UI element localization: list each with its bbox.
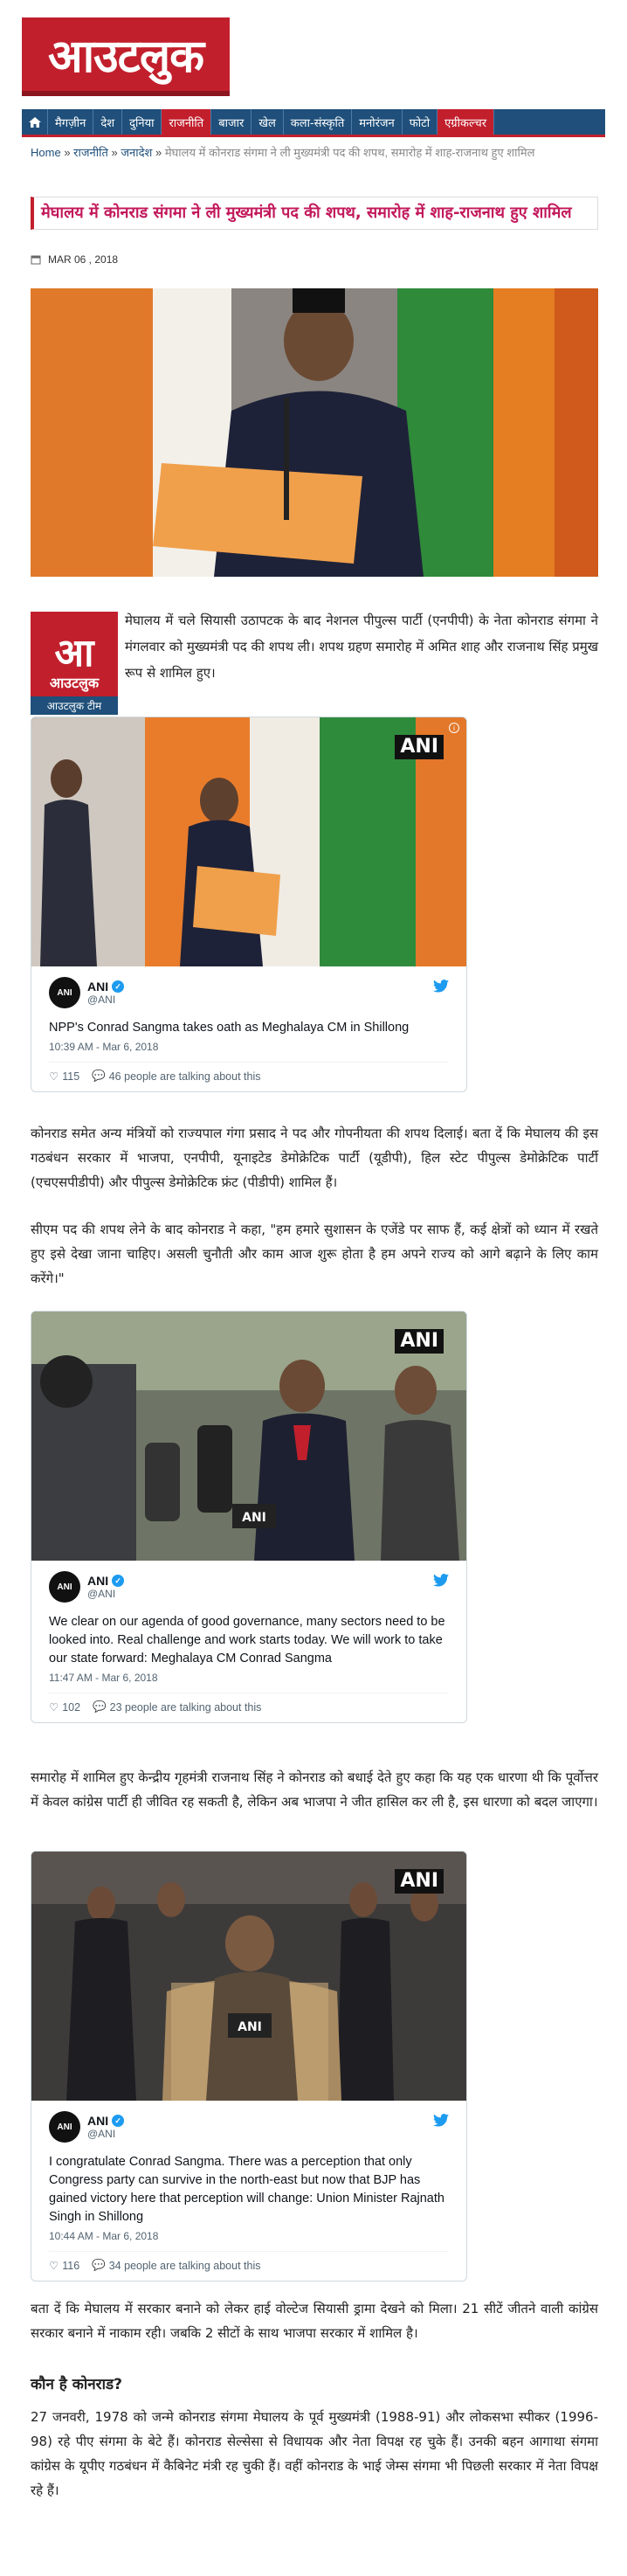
breadcrumb-section[interactable]: राजनीति xyxy=(73,146,108,159)
heart-icon: ♡ xyxy=(49,1701,59,1714)
calendar-icon xyxy=(31,255,41,265)
breadcrumb: Home » राजनीति » जनादेश » मेघालय में कोन… xyxy=(31,145,589,161)
talking-count: 23 people are talking about this xyxy=(109,1700,262,1714)
tweet-text: We clear on our agenda of good governanc… xyxy=(49,1615,445,1665)
tweet-author-handle[interactable]: @ANI xyxy=(87,1588,124,1600)
tweet-text: NPP's Conrad Sangma takes oath as Meghal… xyxy=(49,1021,410,1035)
author-logo-wordmark: आउटलुक xyxy=(49,675,100,691)
svg-text:ANI: ANI xyxy=(242,1511,266,1525)
tweet-author-name[interactable]: ANI xyxy=(87,1574,108,1588)
breadcrumb-separator: » xyxy=(111,146,118,159)
article-intro: मेघालय में चले सियासी उठापटक के बाद नेशन… xyxy=(125,613,598,681)
verified-icon: ✓ xyxy=(112,1575,125,1587)
twitter-bird-icon[interactable] xyxy=(433,1573,449,1591)
conversation-link[interactable]: 💬 46 people are talking about this xyxy=(92,1070,260,1083)
conversation-link[interactable]: 💬 34 people are talking about this xyxy=(92,2259,260,2272)
headline-box: मेघालय में कोनराड संगमा ने ली मुख्यमंत्र… xyxy=(31,197,598,230)
nav-item-magazine[interactable]: मैगज़ीन xyxy=(48,109,94,135)
tweet-author-handle[interactable]: @ANI xyxy=(87,2128,124,2140)
tweet-timestamp[interactable]: 10:44 AM - Mar 6, 2018 xyxy=(49,2230,449,2242)
like-count: 115 xyxy=(62,1070,80,1083)
section-heading: कौन है कोनराड? xyxy=(31,2376,122,2393)
article-paragraph: कोनराड समेत अन्य मंत्रियों को राज्यपाल ग… xyxy=(31,1125,598,1190)
breadcrumb-separator: » xyxy=(155,146,162,159)
embedded-tweet[interactable]: ANI ANI ANI ANI ✓ @ANI We clear on our ag… xyxy=(31,1311,467,1723)
verified-icon: ✓ xyxy=(112,980,125,993)
svg-text:ANI: ANI xyxy=(238,2020,262,2034)
nav-item-desh[interactable]: देश xyxy=(93,109,123,135)
breadcrumb-subsection[interactable]: जनादेश xyxy=(121,146,152,159)
nav-item-duniya[interactable]: दुनिया xyxy=(122,109,162,135)
heart-icon: ♡ xyxy=(49,1070,59,1083)
embedded-tweet[interactable]: ANI ANI ANI ANI ✓ @ANI I congratulate Con… xyxy=(31,1851,467,2282)
speech-bubble-icon: 💬 xyxy=(92,2259,106,2271)
nav-item-rajniti[interactable]: राजनीति xyxy=(162,109,212,135)
info-icon[interactable]: i xyxy=(449,723,459,733)
talking-count: 46 people are talking about this xyxy=(108,1070,261,1083)
tweet-text: I congratulate Conrad Sangma. There was … xyxy=(49,2155,444,2224)
like-count: 102 xyxy=(62,1700,81,1714)
main-nav: मैगज़ीन देश दुनिया राजनीति बाजार खेल कला… xyxy=(22,109,605,137)
nav-item-photo[interactable]: फोटो xyxy=(403,109,438,135)
site-logo[interactable]: आउटलुक xyxy=(22,17,230,96)
publish-date: MAR 06 , 2018 xyxy=(48,253,119,266)
speech-bubble-icon: 💬 xyxy=(93,1700,107,1713)
twitter-bird-icon[interactable] xyxy=(433,2113,449,2131)
tweet-image[interactable]: ANI ANI xyxy=(31,1852,466,2101)
author-logo: आ आउटलुक आउटलुक टीम xyxy=(31,612,118,715)
avatar[interactable]: ANI xyxy=(49,1571,80,1603)
nav-item-agriculture[interactable]: एग्रीकल्चर xyxy=(438,109,495,135)
tweet-author-name[interactable]: ANI xyxy=(87,2114,108,2128)
tweet-image[interactable]: ANI i xyxy=(31,717,466,966)
talking-count: 34 people are talking about this xyxy=(108,2259,261,2272)
ani-watermark: ANI xyxy=(395,735,444,759)
article-paragraph: सीएम पद की शपथ लेने के बाद कोनराड ने कहा… xyxy=(31,1222,598,1286)
tweet-timestamp[interactable]: 11:47 AM - Mar 6, 2018 xyxy=(49,1672,449,1684)
home-icon[interactable] xyxy=(22,109,48,135)
article-hero-image xyxy=(31,288,598,577)
ani-watermark: ANI xyxy=(395,1869,444,1894)
nav-item-khel[interactable]: खेल xyxy=(251,109,284,135)
verified-icon: ✓ xyxy=(112,2115,125,2127)
nav-item-bazar[interactable]: बाजार xyxy=(211,109,252,135)
tweet-author-handle[interactable]: @ANI xyxy=(87,994,124,1006)
tweet-author-name[interactable]: ANI xyxy=(87,980,108,994)
breadcrumb-current: मेघालय में कोनराड संगमा ने ली मुख्यमंत्र… xyxy=(164,146,535,159)
like-button[interactable]: ♡ 116 xyxy=(49,2259,80,2273)
author-logo-letter: आ xyxy=(54,631,94,675)
like-button[interactable]: ♡ 102 xyxy=(49,1700,80,1714)
avatar[interactable]: ANI xyxy=(49,2111,80,2143)
tweet-timestamp[interactable]: 10:39 AM - Mar 6, 2018 xyxy=(49,1041,449,1053)
article-paragraph: बता दें कि मेघालय में सरकार बनाने को लेक… xyxy=(31,2301,598,2341)
page-title: मेघालय में कोनराड संगमा ने ली मुख्यमंत्र… xyxy=(41,204,572,222)
author-tag: आउटलुक टीम xyxy=(31,696,118,715)
heart-icon: ♡ xyxy=(49,2260,59,2272)
site-logo-text: आउटलुक xyxy=(47,30,204,83)
like-button[interactable]: ♡ 115 xyxy=(49,1070,80,1084)
nav-item-manoranjan[interactable]: मनोरंजन xyxy=(352,109,403,135)
embedded-tweet[interactable]: ANI i ANI ANI ✓ @ANI NPP's Conrad Sangma … xyxy=(31,717,467,1092)
conversation-link[interactable]: 💬 23 people are talking about this xyxy=(93,1700,261,1714)
avatar[interactable]: ANI xyxy=(49,977,80,1008)
tweet-image[interactable]: ANI ANI xyxy=(31,1312,466,1561)
twitter-bird-icon[interactable] xyxy=(433,979,449,997)
speech-bubble-icon: 💬 xyxy=(92,1070,106,1082)
ani-watermark: ANI xyxy=(395,1329,444,1354)
nav-item-kala-sanskriti[interactable]: कला-संस्कृति xyxy=(284,109,353,135)
article-paragraph: 27 जनवरी, 1978 को जन्मे कोनराड संगमा मेघ… xyxy=(31,2409,598,2498)
breadcrumb-home[interactable]: Home xyxy=(31,146,61,159)
breadcrumb-separator: » xyxy=(64,146,71,159)
dateline: MAR 06 , 2018 xyxy=(31,253,118,266)
like-count: 116 xyxy=(62,2259,80,2272)
article-paragraph: समारोह में शामिल हुए केन्द्रीय गृहमंत्री… xyxy=(31,1769,598,1810)
